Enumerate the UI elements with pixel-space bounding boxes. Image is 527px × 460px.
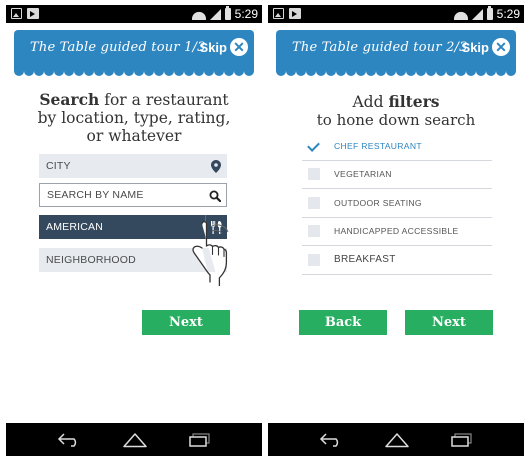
battery-icon bbox=[224, 6, 231, 20]
filter-checkbox[interactable] bbox=[308, 253, 320, 266]
headline-pre: Add bbox=[352, 93, 389, 111]
skip-label: Skip bbox=[199, 39, 227, 55]
back-button[interactable]: Back bbox=[299, 310, 387, 335]
headline-bold: filters bbox=[388, 92, 440, 111]
image-icon bbox=[273, 8, 284, 19]
tour-banner: The Table guided tour 2/3 Skip ✕ bbox=[276, 30, 516, 68]
tour-title: The Table guided tour 2/3 bbox=[292, 40, 468, 55]
filter-row-breakfast[interactable]: BREAKFAST bbox=[302, 246, 492, 275]
home-icon[interactable] bbox=[384, 432, 410, 448]
filter-list: CHEF RESTAURANT VEGETARIAN OUTDOOR SEATI… bbox=[302, 132, 492, 275]
close-icon: ✕ bbox=[230, 38, 248, 56]
city-field[interactable]: CITY bbox=[39, 154, 227, 178]
cast-icon bbox=[27, 8, 39, 19]
headline-line3: or whatever bbox=[86, 127, 182, 145]
page-subtitle: to hone down search bbox=[316, 111, 476, 129]
filter-checkbox[interactable] bbox=[308, 196, 320, 209]
cuisine-type-value: AMERICAN bbox=[46, 221, 104, 233]
status-bar: 5:29 bbox=[268, 5, 524, 23]
phone-screen-filters: 5:29 The Table guided tour 2/3 Skip ✕ Ad… bbox=[268, 5, 524, 456]
image-icon bbox=[11, 8, 22, 19]
wifi-icon bbox=[454, 9, 468, 20]
skip-button[interactable]: Skip ✕ bbox=[200, 38, 248, 56]
filter-checkbox[interactable] bbox=[308, 168, 320, 181]
filter-label: OUTDOOR SEATING bbox=[334, 197, 422, 208]
filter-label: BREAKFAST bbox=[334, 254, 396, 266]
next-button[interactable]: Next bbox=[142, 310, 230, 335]
filter-label: HANDICAPPED ACCESSIBLE bbox=[334, 226, 459, 237]
headline-line1: for a restaurant bbox=[99, 91, 229, 109]
tour-title: The Table guided tour 1/3 bbox=[30, 40, 206, 55]
system-nav-bar bbox=[268, 423, 524, 456]
battery-icon bbox=[486, 6, 493, 20]
next-label: Next bbox=[169, 315, 203, 330]
system-nav-bar bbox=[6, 423, 262, 456]
recent-apps-icon[interactable] bbox=[189, 432, 211, 447]
neighborhood-label: NEIGHBORHOOD bbox=[46, 254, 136, 266]
banner-scallop-edge bbox=[14, 66, 254, 76]
filter-label: VEGETARIAN bbox=[334, 169, 392, 180]
headline-line2: by location, type, rating, bbox=[37, 109, 231, 127]
filter-row-outdoor-seating[interactable]: OUTDOOR SEATING bbox=[302, 189, 492, 218]
back-icon[interactable] bbox=[57, 432, 81, 447]
filter-label: CHEF RESTAURANT bbox=[334, 140, 422, 151]
checkmark-icon[interactable] bbox=[308, 140, 320, 152]
phone-screen-search: 5:29 The Table guided tour 1/3 Skip ✕ Se… bbox=[6, 5, 262, 456]
filter-row-chef-restaurant[interactable]: CHEF RESTAURANT bbox=[302, 132, 492, 161]
back-icon[interactable] bbox=[319, 432, 343, 447]
close-icon: ✕ bbox=[492, 38, 510, 56]
status-bar: 5:29 bbox=[6, 5, 262, 23]
home-icon[interactable] bbox=[122, 432, 148, 448]
status-time: 5:29 bbox=[234, 7, 258, 21]
page-headline: Add filters bbox=[268, 92, 524, 112]
skip-button[interactable]: Skip ✕ bbox=[462, 38, 510, 56]
banner-scallop-edge bbox=[276, 66, 516, 76]
next-button[interactable]: Next bbox=[405, 310, 493, 335]
filter-checkbox[interactable] bbox=[308, 225, 320, 238]
cast-icon bbox=[289, 8, 301, 19]
hand-pointer-icon bbox=[192, 221, 229, 286]
page-headline: Search for a restaurant by location, typ… bbox=[6, 90, 262, 146]
signal-icon bbox=[209, 8, 221, 20]
search-by-name-input[interactable]: SEARCH BY NAME bbox=[39, 183, 227, 207]
next-label: Next bbox=[432, 315, 466, 330]
signal-icon bbox=[471, 8, 483, 20]
headline-bold: Search bbox=[39, 90, 100, 109]
filter-row-handicapped-accessible[interactable]: HANDICAPPED ACCESSIBLE bbox=[302, 218, 492, 246]
skip-label: Skip bbox=[461, 39, 489, 55]
city-label: CITY bbox=[46, 160, 71, 172]
wifi-icon bbox=[192, 9, 206, 20]
recent-apps-icon[interactable] bbox=[451, 432, 473, 447]
status-time: 5:29 bbox=[496, 7, 520, 21]
location-pin-icon bbox=[205, 154, 227, 178]
search-icon bbox=[204, 184, 226, 208]
tour-banner: The Table guided tour 1/3 Skip ✕ bbox=[14, 30, 254, 68]
search-by-name-placeholder: SEARCH BY NAME bbox=[47, 189, 144, 201]
filter-row-vegetarian[interactable]: VEGETARIAN bbox=[302, 161, 492, 189]
back-label: Back bbox=[324, 315, 362, 330]
